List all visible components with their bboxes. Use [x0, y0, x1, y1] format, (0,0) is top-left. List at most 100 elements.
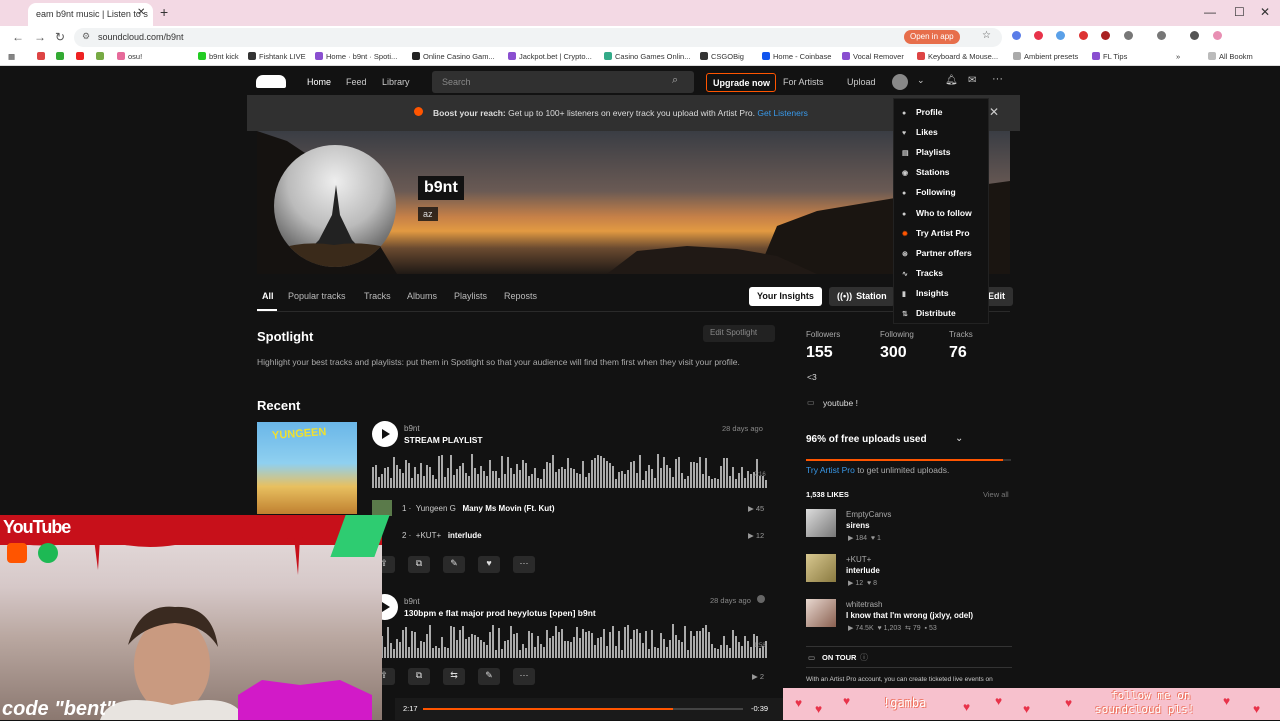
menu-item-profile[interactable]: ● Profile: [902, 107, 942, 117]
sidepanel-icon[interactable]: [1157, 31, 1166, 40]
menu-item-likes[interactable]: ♥ Likes: [902, 127, 938, 137]
chevron-down-icon[interactable]: ⌄: [955, 433, 963, 444]
playlist-track-row[interactable]: 1 · Yungeen G Many Ms Movin (Ft. Kut): [402, 504, 555, 513]
uploads-used-label[interactable]: 96% of free uploads used: [806, 434, 927, 445]
gmail-icon[interactable]: [37, 52, 48, 61]
info-icon[interactable]: ⓘ: [860, 652, 868, 663]
extension-icon[interactable]: [1056, 31, 1065, 40]
like-artwork[interactable]: [806, 509, 836, 537]
mail-icon[interactable]: ✉: [968, 75, 976, 86]
bell-icon[interactable]: 🔔︎: [945, 75, 958, 86]
followers-count[interactable]: 155: [806, 344, 833, 362]
like-title[interactable]: I know that I'm wrong (jxlyy, odel): [846, 611, 973, 620]
more-actions-icon[interactable]: ···: [513, 556, 535, 573]
your-insights-button[interactable]: Your Insights: [749, 287, 822, 306]
nav-library[interactable]: Library: [382, 77, 410, 87]
station-button[interactable]: ((•)) Station: [829, 287, 895, 306]
all-bookmarks-folder[interactable]: All Bookm: [1208, 52, 1253, 61]
profile-avatar[interactable]: [274, 145, 396, 267]
open-in-app-button[interactable]: Open in app: [904, 30, 960, 44]
search-input[interactable]: Search ⌕: [432, 71, 694, 93]
playback-progress[interactable]: [423, 708, 743, 710]
nav-home[interactable]: Home: [307, 77, 331, 87]
tab-reposts[interactable]: Reposts: [504, 291, 537, 301]
copy-link-icon[interactable]: ⧉: [408, 556, 430, 573]
soundcloud-logo-icon[interactable]: [256, 75, 286, 88]
upgrade-button[interactable]: Upgrade now: [706, 73, 776, 92]
copy-link-icon[interactable]: ⧉: [408, 668, 430, 685]
more-bookmarks-icon[interactable]: »: [1176, 52, 1180, 61]
playlist-artwork[interactable]: YUNGEEN: [257, 422, 357, 514]
forward-icon[interactable]: →: [34, 30, 46, 44]
like-user[interactable]: whitetrash: [846, 600, 882, 609]
nav-for-artists[interactable]: For Artists: [783, 77, 824, 87]
maximize-icon[interactable]: ☐: [1234, 5, 1245, 19]
bookmark-osu[interactable]: osu!: [117, 52, 142, 61]
extension-icon[interactable]: [1012, 31, 1021, 40]
track-artist[interactable]: b9nt: [404, 424, 420, 433]
playlist-track-row[interactable]: 2 · +KUT+ interlude: [402, 531, 482, 540]
like-title[interactable]: interlude: [846, 566, 880, 575]
download-icon[interactable]: [1190, 31, 1199, 40]
likes-heading[interactable]: 1,538 LIKES: [806, 490, 849, 499]
tab-all[interactable]: All: [262, 291, 274, 301]
extension-icon[interactable]: [1079, 31, 1088, 40]
extensions-puzzle-icon[interactable]: [1124, 31, 1133, 40]
minimize-icon[interactable]: —: [1204, 5, 1216, 19]
like-user[interactable]: EmptyCanvs: [846, 510, 891, 519]
menu-item-insights[interactable]: ▮ Insights: [902, 288, 949, 298]
edit-spotlight-button[interactable]: Edit Spotlight: [703, 325, 775, 342]
nav-upload[interactable]: Upload: [847, 77, 876, 87]
bookmark-star-icon[interactable]: ☆: [982, 30, 991, 41]
tab-tracks[interactable]: Tracks: [364, 291, 391, 301]
bookmark-fl-tips[interactable]: FL Tips: [1092, 52, 1127, 61]
get-listeners-link[interactable]: Get Listeners: [757, 108, 808, 118]
menu-item-tracks[interactable]: ∿ Tracks: [902, 268, 943, 278]
more-icon[interactable]: ···: [992, 73, 1003, 85]
more-actions-icon[interactable]: ···: [513, 668, 535, 685]
extension-record-icon[interactable]: [1034, 31, 1043, 40]
bookmark-ambient[interactable]: Ambient presets: [1013, 52, 1078, 61]
youtube-link[interactable]: youtube !: [823, 398, 858, 408]
like-artwork[interactable]: [806, 554, 836, 582]
track-artist[interactable]: b9nt: [404, 597, 420, 606]
track-title[interactable]: 130bpm e flat major prod heyylotus [open…: [404, 608, 596, 618]
bookmark-keyboard[interactable]: Keyboard & Mouse...: [917, 52, 998, 61]
track-thumbnail[interactable]: [372, 500, 392, 516]
play-button[interactable]: [372, 421, 398, 447]
twitch-icon[interactable]: [96, 52, 107, 61]
like-user[interactable]: +KUT+: [846, 555, 871, 564]
following-count[interactable]: 300: [880, 344, 907, 362]
site-info-icon[interactable]: ⚙: [82, 31, 90, 42]
tab-playlists[interactable]: Playlists: [454, 291, 487, 301]
like-heart-icon[interactable]: ♥: [478, 556, 500, 573]
youtube-bookmark-icon[interactable]: [76, 52, 87, 61]
track-title[interactable]: STREAM PLAYLIST: [404, 435, 483, 445]
bookmark-b9nt-kick[interactable]: b9nt kick: [198, 52, 239, 61]
bookmark-fishtank[interactable]: Fishtank LIVE: [248, 52, 306, 61]
bookmark-casino-games[interactable]: Casino Games Onlin...: [604, 52, 690, 61]
waveform[interactable]: [372, 454, 767, 488]
user-avatar[interactable]: [892, 74, 908, 90]
like-artwork[interactable]: [806, 599, 836, 627]
menu-item-distribute[interactable]: ⇅ Distribute: [902, 308, 956, 318]
new-tab-icon[interactable]: +: [160, 4, 168, 20]
maps-icon[interactable]: [56, 52, 67, 61]
waveform[interactable]: [372, 624, 767, 658]
menu-item-partner-offers[interactable]: ⊛ Partner offers: [902, 248, 972, 258]
tracks-count[interactable]: 76: [949, 344, 967, 362]
menu-item-playlists[interactable]: ▤ Playlists: [902, 147, 951, 157]
close-tab-icon[interactable]: ✕: [137, 7, 145, 18]
omnibox[interactable]: ⚙ soundcloud.com/b9nt Open in app ☆: [74, 28, 1002, 47]
menu-item-following[interactable]: ● Following: [902, 187, 956, 197]
window-close-icon[interactable]: ✕: [1260, 5, 1270, 19]
bookmark-coinbase[interactable]: Home - Coinbase: [762, 52, 831, 61]
ublock-icon[interactable]: [1101, 31, 1110, 40]
menu-item-stations[interactable]: ◉ Stations: [902, 167, 950, 177]
try-artist-pro-link[interactable]: Try Artist Pro: [806, 465, 855, 475]
like-title[interactable]: sirens: [846, 521, 870, 530]
banner-close-icon[interactable]: ✕: [989, 105, 999, 119]
bookmark-jackpot[interactable]: Jackpot.bet | Crypto...: [508, 52, 592, 61]
reload-icon[interactable]: ↻: [55, 30, 65, 44]
profile-avatar-icon[interactable]: [1213, 31, 1222, 40]
